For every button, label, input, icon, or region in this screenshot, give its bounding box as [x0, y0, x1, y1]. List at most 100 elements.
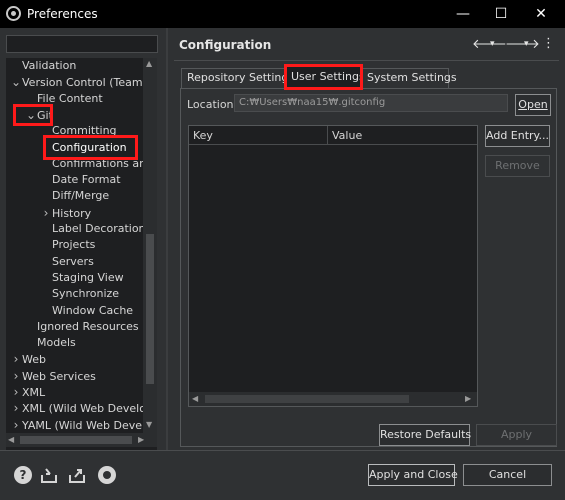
- tree-item-label: Version Control (Team): [22, 76, 147, 90]
- scroll-right-arrow-icon[interactable]: ▶: [465, 394, 471, 403]
- tree-item[interactable]: › Web Services: [10, 368, 96, 384]
- page-title: Configuration: [179, 38, 272, 52]
- apply-button[interactable]: Apply: [476, 424, 557, 446]
- tree-item[interactable]: File Content: [25, 91, 103, 107]
- tree-item[interactable]: › XML (Wild Web Develop: [10, 400, 153, 416]
- tree-item[interactable]: Projects: [40, 237, 95, 253]
- tree-item-label: History: [52, 206, 92, 220]
- tree-item[interactable]: Synchronize: [40, 286, 119, 302]
- tree-item[interactable]: ⌄Git: [25, 107, 53, 123]
- chevron-right-icon[interactable]: ›: [10, 351, 22, 367]
- tree-item-label: Configuration: [52, 140, 127, 154]
- tree-horizontal-scroll-thumb[interactable]: [20, 436, 132, 444]
- tree-item-label: Web: [22, 353, 46, 367]
- tree-item-label: Servers: [52, 254, 94, 268]
- tree-item-label: XML: [22, 386, 46, 399]
- remove-button[interactable]: Remove: [485, 155, 550, 177]
- maximize-button[interactable]: ☐: [486, 4, 516, 24]
- chevron-right-icon[interactable]: ›: [10, 384, 22, 400]
- remove-label: Remove: [495, 159, 540, 172]
- filter-input[interactable]: [6, 35, 158, 53]
- close-button[interactable]: ✕: [526, 4, 556, 24]
- apply-label: Apply: [500, 428, 533, 441]
- tree-item[interactable]: Window Cache: [40, 303, 133, 319]
- import-preferences-icon[interactable]: [40, 466, 58, 484]
- apply-and-close-button[interactable]: Apply and Close: [368, 464, 458, 486]
- tree-item[interactable]: Confirmations and: [40, 156, 153, 172]
- tree-item-label: Web Services: [22, 369, 96, 383]
- tree-item[interactable]: Date Format: [40, 172, 121, 188]
- tree-item[interactable]: Validation: [10, 58, 76, 74]
- view-menu-icon[interactable]: ⋮: [542, 36, 555, 51]
- cancel-label: Cancel: [488, 468, 527, 481]
- tree-item[interactable]: › History: [40, 205, 92, 221]
- tree-item[interactable]: › Web: [10, 351, 46, 367]
- tree-item-label: XML (Wild Web Develop: [22, 402, 153, 416]
- tree-item-label: Synchronize: [52, 287, 120, 301]
- tree-item-label: YAML (Wild Web Develo: [22, 418, 152, 432]
- tree-item[interactable]: Configuration: [40, 140, 127, 156]
- back-history-dropdown-icon[interactable]: ▾: [490, 39, 495, 49]
- tab-user-settings[interactable]: User Settings: [285, 65, 365, 88]
- window-title: Preferences: [27, 7, 98, 21]
- chevron-down-icon[interactable]: ⌄: [25, 107, 37, 123]
- column-header-key[interactable]: Key: [189, 126, 327, 145]
- footer-separator: [0, 450, 565, 451]
- tree-item[interactable]: › XML: [10, 384, 46, 400]
- tab-label: Repository Settings: [187, 71, 295, 84]
- column-header-value[interactable]: Value: [328, 126, 477, 145]
- tree-item-label: Diff/Merge: [52, 189, 110, 203]
- scroll-up-arrow-icon[interactable]: ▲: [146, 59, 152, 68]
- tree-item-label: Label Decorations: [52, 222, 152, 235]
- tree-vertical-scrollbar[interactable]: ▲ ▼: [143, 58, 157, 435]
- chevron-right-icon[interactable]: ›: [10, 417, 22, 433]
- chevron-right-icon[interactable]: ›: [40, 205, 52, 221]
- tree-item[interactable]: › YAML (Wild Web Develo: [10, 417, 152, 433]
- user-settings-panel: Location: C:₩Users₩naa15₩.gitconfig Open…: [180, 88, 557, 447]
- tree-item-label: File Content: [37, 91, 103, 105]
- restore-defaults-label: Restore Defaults: [380, 428, 472, 441]
- title-bar: Preferences — ☐ ✕: [0, 0, 565, 28]
- table-horizontal-scrollbar[interactable]: ◀ ▶: [189, 392, 477, 406]
- tree-item[interactable]: Diff/Merge: [40, 188, 109, 204]
- chevron-down-icon[interactable]: ⌄: [10, 74, 22, 90]
- scroll-down-arrow-icon[interactable]: ▼: [146, 420, 152, 429]
- tree-horizontal-scrollbar[interactable]: ◀ ▶: [6, 433, 157, 447]
- tab-system-settings[interactable]: System Settings: [361, 68, 457, 88]
- restore-defaults-button[interactable]: Restore Defaults: [379, 424, 472, 446]
- header-separator: [174, 60, 559, 61]
- minimize-button[interactable]: —: [448, 4, 478, 24]
- help-icon[interactable]: ?: [14, 466, 32, 484]
- chevron-right-icon[interactable]: ›: [10, 400, 22, 416]
- chevron-right-icon[interactable]: ›: [10, 368, 22, 384]
- tree-item[interactable]: Models: [25, 335, 76, 351]
- add-entry-label: Add Entry...: [486, 129, 549, 142]
- export-preferences-icon[interactable]: [68, 466, 86, 484]
- tab-repository-settings[interactable]: Repository Settings: [181, 68, 294, 88]
- forward-history-dropdown-icon[interactable]: ▾: [524, 39, 529, 49]
- tree-item[interactable]: ⌄Version Control (Team): [10, 74, 147, 90]
- preferences-tree: Validation ⌄Version Control (Team) File Co…: [6, 58, 157, 450]
- record-preferences-icon[interactable]: [98, 466, 116, 484]
- tree-item-label: Window Cache: [52, 303, 134, 317]
- tree-item-label: Committing: [52, 124, 117, 138]
- tree-item[interactable]: Committing: [40, 123, 117, 139]
- tree-item[interactable]: Ignored Resources: [25, 319, 139, 335]
- config-table[interactable]: Key Value ◀ ▶: [188, 125, 478, 407]
- apply-and-close-label: Apply and Close: [369, 468, 458, 481]
- tree-item[interactable]: Staging View: [40, 270, 124, 286]
- tree-item[interactable]: Label Decorations: [40, 221, 151, 237]
- tree-item-label: Staging View: [52, 270, 124, 284]
- eclipse-app-icon: [6, 6, 21, 21]
- tab-label: System Settings: [367, 71, 457, 84]
- scroll-left-arrow-icon[interactable]: ◀: [8, 435, 14, 444]
- cancel-button[interactable]: Cancel: [463, 464, 552, 486]
- open-button[interactable]: Open: [515, 94, 551, 116]
- tree-vertical-scroll-thumb[interactable]: [146, 234, 154, 384]
- tree-item[interactable]: Servers: [40, 254, 94, 270]
- scroll-right-arrow-icon[interactable]: ▶: [138, 435, 144, 444]
- forward-arrow-icon[interactable]: 🡒: [505, 36, 540, 52]
- add-entry-button[interactable]: Add Entry...: [485, 125, 550, 147]
- table-horizontal-scroll-thumb[interactable]: [205, 395, 409, 403]
- scroll-left-arrow-icon[interactable]: ◀: [192, 394, 198, 403]
